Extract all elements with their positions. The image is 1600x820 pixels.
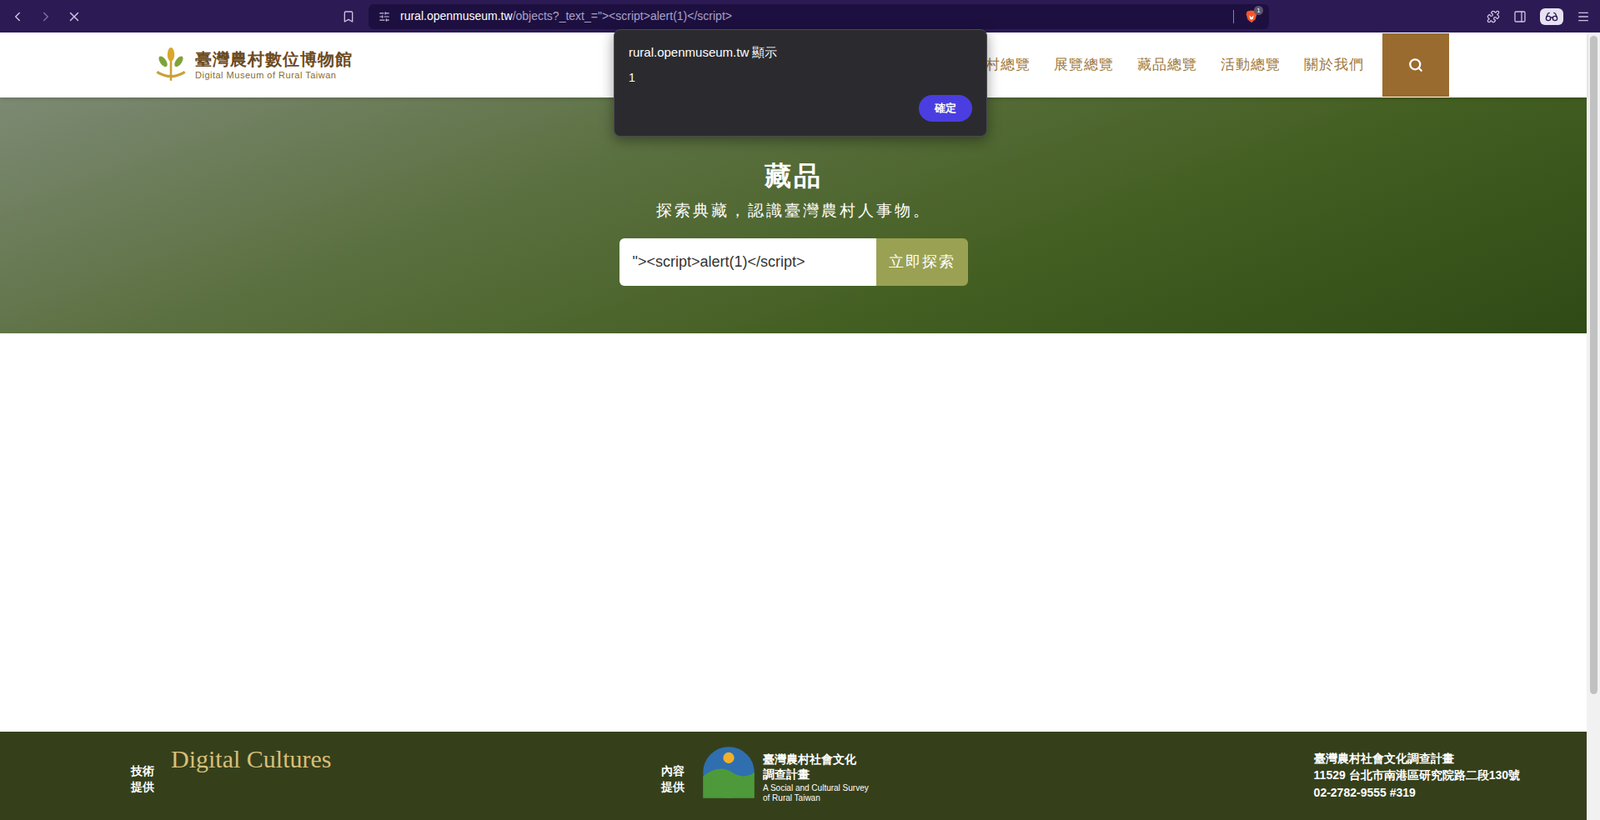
contact-line: 11529 台北市南港區研究院路二段130號 <box>1314 767 1520 784</box>
site-footer: 技術提供Digital Cultures內容提供臺灣農村社會文化調查計畫A So… <box>0 732 1587 820</box>
search-input[interactable]: "><script>alert(1)</script> <box>619 238 877 286</box>
results-area <box>0 333 1587 733</box>
url-text: rural.openmuseum.tw/objects?_text_="><sc… <box>400 7 1224 26</box>
survey-logo-subtitle: A Social and Cultural Survey of Rural Ta… <box>762 783 872 804</box>
survey-logo-title: 臺灣農村社會文化調查計畫 <box>762 752 859 783</box>
explore-button[interactable]: 立即探索 <box>876 238 969 286</box>
content-label: 內容提供 <box>661 763 685 796</box>
plant-logo-icon <box>153 45 189 85</box>
hero-search: "><script>alert(1)</script>立即探索 <box>619 238 969 286</box>
nav-item[interactable]: 藏品總覽 <box>1137 54 1198 76</box>
back-icon[interactable] <box>10 9 26 25</box>
search-icon <box>1408 57 1424 73</box>
main-nav: 村總覽展覽總覽 藏品總覽活動總覽 關於我們 <box>985 54 1365 76</box>
private-glasses-icon <box>1544 10 1559 24</box>
menu-icon[interactable] <box>1576 10 1590 24</box>
sidebar-icon[interactable] <box>1513 10 1527 24</box>
tech-label: 技術提供 <box>130 763 155 796</box>
search-button[interactable] <box>1382 33 1450 97</box>
nav-item[interactable]: 村總覽 <box>985 54 1031 76</box>
hero-title: 藏品 <box>764 155 823 196</box>
site-logo[interactable]: 臺灣農村數位博物館Digital Museum of Rural Taiwan <box>153 45 353 85</box>
stop-icon[interactable] <box>66 9 82 25</box>
extensions-icon[interactable] <box>1486 10 1500 24</box>
browser-window: rural.openmuseum.tw/objects?_text_="><sc… <box>0 0 1600 820</box>
alert-message: 1 <box>628 69 973 87</box>
alert-title: rural.openmuseum.tw 顯示 <box>628 43 973 63</box>
alert-dialog: rural.openmuseum.tw 顯示 1 確定 <box>613 29 988 137</box>
forward-icon[interactable] <box>38 9 54 25</box>
site-info-icon[interactable] <box>378 10 391 23</box>
browser-toolbar: rural.openmuseum.tw/objects?_text_="><sc… <box>0 0 1600 33</box>
brave-shield[interactable]: 1 <box>1243 9 1259 25</box>
shield-badge: 1 <box>1253 5 1264 16</box>
scrollbar[interactable] <box>1586 32 1600 820</box>
address-bar[interactable]: rural.openmuseum.tw/objects?_text_="><sc… <box>368 4 1269 30</box>
contact-line: 02-2782-9555 #319 <box>1314 784 1520 802</box>
bookmark-icon[interactable] <box>341 10 356 24</box>
contact-line: 臺灣農村社會文化調查計畫 <box>1314 750 1520 768</box>
logo-title: 臺灣農村數位博物館 <box>195 49 353 71</box>
nav-item[interactable]: 展覽總覽 <box>1053 54 1114 76</box>
page: 臺灣農村數位博物館Digital Museum of Rural Taiwan 村… <box>0 32 1587 820</box>
contact-info: 臺灣農村社會文化調查計畫11529 台北市南港區研究院路二段130號02-278… <box>1314 750 1520 802</box>
nav-item[interactable]: 活動總覽 <box>1220 54 1281 76</box>
hero-subtitle: 探索典藏，認識臺灣農村人事物。 <box>656 199 932 224</box>
alert-ok-button[interactable]: 確定 <box>918 95 973 122</box>
nav-item[interactable]: 關於我們 <box>1304 54 1365 76</box>
logo-subtitle: Digital Museum of Rural Taiwan <box>195 70 353 82</box>
survey-logo-icon <box>701 745 757 801</box>
tech-logo: Digital Cultures <box>170 747 332 773</box>
